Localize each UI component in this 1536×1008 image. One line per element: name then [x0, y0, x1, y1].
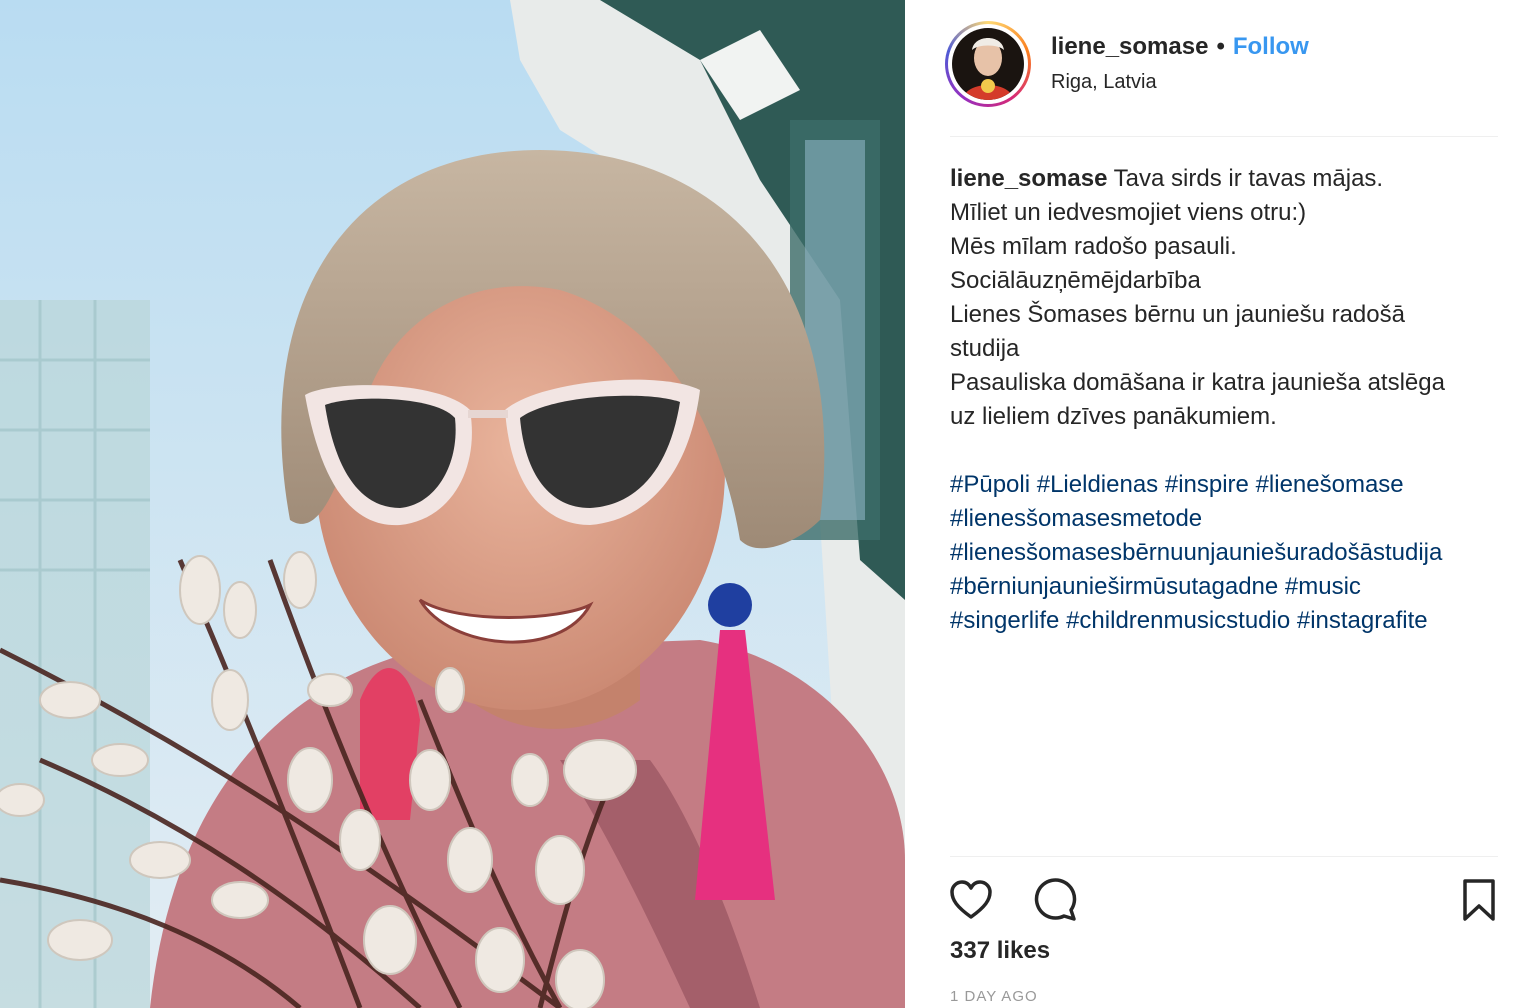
- avatar[interactable]: [945, 20, 1031, 107]
- username-link[interactable]: liene_somase: [1051, 33, 1208, 60]
- caption-line: Mēs mīlam radošo pasauli.: [950, 233, 1237, 260]
- bookmark-icon[interactable]: [1455, 876, 1503, 929]
- hashtag-link[interactable]: #Pūpoli: [950, 471, 1030, 498]
- hashtag-link[interactable]: #lienesšomasesbērnuunjauniešuradošāstudi…: [950, 539, 1442, 566]
- caption-line: Sociālāuzņēmējdarbība: [950, 267, 1201, 294]
- caption-line: Lienes Šomases bērnu un jauniešu radošā: [950, 301, 1405, 328]
- post-side-panel: liene_somase • Follow Riga, Latvia liene_s…: [905, 0, 1536, 1008]
- location-link[interactable]: Riga, Latvia: [1051, 71, 1309, 94]
- hashtag-link[interactable]: #Lieldienas: [1037, 471, 1158, 498]
- caption-line: Mīliet un iedvesmojiet viens otru:): [950, 199, 1307, 226]
- post-timestamp[interactable]: 1 DAY AGO: [950, 988, 1038, 1005]
- hashtag-link[interactable]: #lienešomase: [1256, 471, 1404, 498]
- hashtag-link[interactable]: #singerlife: [950, 607, 1059, 634]
- header-text: liene_somase • Follow Riga, Latvia: [1051, 33, 1309, 94]
- actions-divider: [950, 856, 1498, 857]
- caption-username[interactable]: liene_somase: [950, 165, 1107, 192]
- caption-line: Pasauliska domāšana ir katra jaunieša at…: [950, 369, 1445, 396]
- follow-button[interactable]: Follow: [1233, 33, 1309, 60]
- action-bar: [947, 876, 1503, 926]
- header-divider: [950, 136, 1498, 137]
- hashtag-link[interactable]: #lienesšomasesmetode: [950, 505, 1202, 532]
- hashtag-link[interactable]: #childrenmusicstudio: [1066, 607, 1290, 634]
- avatar-image: [952, 27, 1024, 100]
- post-photo[interactable]: [0, 0, 905, 1008]
- avatar-portrait-icon: [952, 27, 1024, 100]
- comment-icon[interactable]: [1031, 876, 1079, 929]
- heart-icon[interactable]: [947, 876, 995, 929]
- caption-line: uz lieliem dzīves panākumiem.: [950, 403, 1277, 430]
- separator-dot: •: [1216, 33, 1225, 60]
- caption-line: Tava sirds ir tavas mājas.: [1113, 165, 1384, 192]
- hashtag-link[interactable]: #inspire: [1165, 471, 1249, 498]
- hashtag-link[interactable]: #bērniunjaunieširmūsutagadne: [950, 573, 1278, 600]
- hashtags: #Pūpoli #Lieldienas #inspire #lienešomas…: [950, 468, 1510, 638]
- hashtag-link[interactable]: #instagrafite: [1297, 607, 1428, 634]
- likes-count[interactable]: 337 likes: [950, 937, 1050, 965]
- caption-line: studija: [950, 335, 1020, 362]
- instagram-post: liene_somase • Follow Riga, Latvia liene_s…: [0, 0, 1536, 1008]
- hashtag-link[interactable]: #music: [1285, 573, 1361, 600]
- selfie-illustration: [0, 0, 905, 1008]
- caption: liene_somase Tava sirds ir tavas mājas. …: [950, 162, 1510, 638]
- post-header: liene_somase • Follow Riga, Latvia: [945, 16, 1505, 111]
